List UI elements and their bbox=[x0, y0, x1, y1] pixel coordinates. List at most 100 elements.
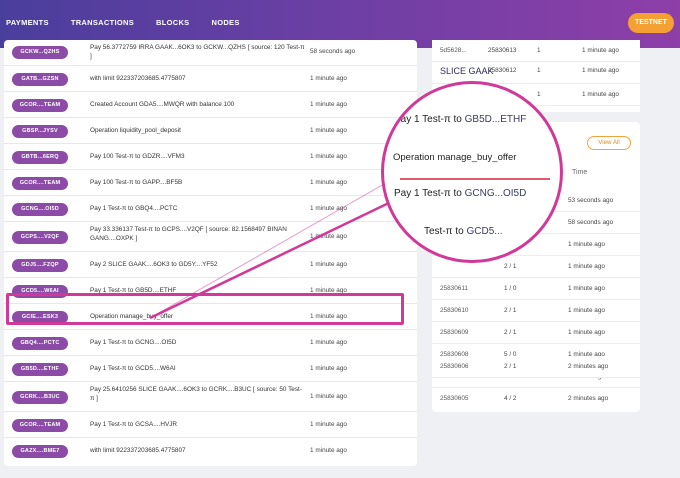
ledger-time: 2 minutes ago bbox=[568, 395, 609, 402]
ledger-ops: 1 / 0 bbox=[504, 285, 517, 292]
account-badge[interactable]: GCRK....B3UC bbox=[12, 391, 68, 404]
operation-time: 1 minute ago bbox=[310, 233, 347, 240]
transaction-hash[interactable]: 5d5628... bbox=[440, 47, 467, 54]
operation-time: 1 minute ago bbox=[310, 101, 347, 108]
nav-transactions[interactable]: TRANSACTIONS bbox=[71, 18, 134, 27]
operation-time: 1 minute ago bbox=[310, 127, 347, 134]
operation-description: Created Account GDA5....MWQR with balanc… bbox=[90, 101, 235, 108]
main-nav: PAYMENTS TRANSACTIONS BLOCKS NODES bbox=[6, 18, 262, 27]
ledger-number[interactable]: 25830611 bbox=[440, 285, 468, 292]
slice-asset-text: SLICE GAAK bbox=[440, 66, 494, 76]
operation-row: GB5D....ETHF Pay 1 Test-π to GCD5....W6A… bbox=[4, 356, 417, 382]
operation-row: GDJ5....FZQP Pay 2 SLICE GAAK....6OK3 to… bbox=[4, 252, 417, 278]
ledger-row: 25830606 2 / 1 2 minutes ago bbox=[432, 356, 640, 378]
nav-nodes[interactable]: NODES bbox=[211, 18, 239, 27]
operation-description: Pay 1 Test-π to GCNG....OI5D bbox=[90, 339, 177, 346]
magnified-link[interactable]: GCD5... bbox=[466, 226, 502, 237]
view-all-button[interactable]: View All bbox=[587, 136, 631, 150]
nav-blocks[interactable]: BLOCKS bbox=[156, 18, 189, 27]
divider bbox=[400, 178, 550, 180]
transaction-time: 1 minute ago bbox=[582, 47, 619, 54]
operation-description: Pay 33.336137 Test-π to GCPS....V2QF [ s… bbox=[90, 226, 287, 242]
operation-description: Pay 100 Test-π to GAPP....BF5B bbox=[90, 179, 183, 186]
ledger-time: 53 seconds ago bbox=[568, 197, 614, 204]
transaction-time: 1 minute ago bbox=[582, 67, 619, 74]
ledger-ops: 2 / 1 bbox=[504, 329, 517, 336]
magnified-text: Test-π to bbox=[424, 226, 464, 237]
ledger-time: 1 minute ago bbox=[568, 329, 605, 336]
operation-time: 1 minute ago bbox=[310, 447, 347, 454]
ledger-number[interactable]: 25830606 bbox=[440, 363, 468, 370]
transaction-ledger[interactable]: 25830613 bbox=[488, 47, 516, 54]
ledger-ops: 2 / 1 bbox=[504, 363, 517, 370]
ledger-number[interactable]: 25830609 bbox=[440, 329, 468, 336]
nav-payments[interactable]: PAYMENTS bbox=[6, 18, 49, 27]
account-badge[interactable]: GAZX....BME7 bbox=[12, 445, 68, 458]
ledger-time: 1 minute ago bbox=[568, 241, 605, 248]
network-switch-button[interactable]: TESTNET bbox=[628, 13, 674, 33]
ledger-time: 1 minute ago bbox=[568, 263, 605, 270]
operations-list: GCKW...QZHS Pay 56.3772759 IRRA GAAK...6… bbox=[4, 40, 417, 466]
ledger-ops: 2 / 1 bbox=[504, 263, 517, 270]
transaction-row: 5d5628... 25830613 1 1 minute ago bbox=[432, 40, 640, 62]
magnified-row-4: Test-π to GCD5... bbox=[424, 226, 503, 237]
ledger-row: 25830611 1 / 0 1 minute ago bbox=[432, 278, 640, 300]
account-badge[interactable]: GBTB...6ERQ bbox=[12, 151, 68, 164]
account-badge[interactable]: GCOR....TEAM bbox=[12, 177, 68, 190]
operation-row: GCOR....TEAM Pay 100 Test-π to GAPP....B… bbox=[4, 170, 417, 196]
magnified-row-1: Pay 1 Test-π to GB5D...ETHF bbox=[394, 114, 526, 125]
account-badge[interactable]: GATB...GZSN bbox=[12, 73, 68, 86]
operation-row: GBQ4....PCTC Pay 1 Test-π to GCNG....OI5… bbox=[4, 330, 417, 356]
operation-row: GBTB...6ERQ Pay 100 Test-π to GDZR....VF… bbox=[4, 144, 417, 170]
magnified-text: Pay 1 Test-π to bbox=[394, 114, 462, 125]
account-badge[interactable]: GBQ4....PCTC bbox=[12, 337, 68, 350]
operation-time: 1 minute ago bbox=[310, 75, 347, 82]
operation-description: Pay 1 Test-π to GCSA....HVJR bbox=[90, 421, 178, 428]
operation-description: Pay 1 Test-π to GBQ4....PCTC bbox=[90, 205, 178, 212]
operation-description: Pay 100 Test-π to GDZR....VFM3 bbox=[90, 153, 185, 160]
highlight-box bbox=[6, 293, 404, 325]
operation-description: Pay 2 SLICE GAAK....6OK3 to GD5Y....YF52 bbox=[90, 261, 218, 268]
transaction-ops: 1 bbox=[537, 91, 541, 98]
operation-description: Pay 25.6410256 SLICE GAAK....6OK3 to GCR… bbox=[90, 386, 302, 402]
operation-time: 1 minute ago bbox=[310, 421, 347, 428]
operation-time: 1 minute ago bbox=[310, 179, 347, 186]
magnified-row-2: Operation manage_buy_offer bbox=[393, 152, 517, 163]
operation-description: with limit 922337203685.4775807 bbox=[90, 447, 186, 454]
ledger-time: 58 seconds ago bbox=[568, 219, 614, 226]
operation-time: 1 minute ago bbox=[310, 393, 347, 400]
operation-time: 1 minute ago bbox=[310, 261, 347, 268]
transaction-ledger[interactable]: 25830612 bbox=[488, 67, 516, 74]
operation-description: Pay 1 Test-π to GCD5....W6AI bbox=[90, 365, 176, 372]
operation-description: Pay 56.3772759 IRRA GAAK...6OK3 to GCKW.… bbox=[90, 44, 305, 60]
operation-row: GCPS....V2QF Pay 33.336137 Test-π to GCP… bbox=[4, 222, 417, 252]
ledger-number[interactable]: 25830610 bbox=[440, 307, 468, 314]
transaction-time: 1 minute ago bbox=[582, 91, 619, 98]
account-badge[interactable]: GCKW...QZHS bbox=[12, 46, 68, 59]
account-badge[interactable]: GB5D....ETHF bbox=[12, 363, 68, 376]
operation-row: GATB...GZSN with limit 922337203685.4775… bbox=[4, 66, 417, 92]
account-badge[interactable]: GBSP...JYSV bbox=[12, 125, 68, 138]
account-badge[interactable]: GCOR....TEAM bbox=[12, 419, 68, 432]
operation-time: 1 minute ago bbox=[310, 339, 347, 346]
account-badge[interactable]: GCNG....OI5D bbox=[12, 203, 68, 216]
magnified-link[interactable]: GCNG...OI5D bbox=[465, 188, 527, 199]
ledger-row: 25830610 2 / 1 1 minute ago bbox=[432, 300, 640, 322]
operation-row: GCOR....TEAM Pay 1 Test-π to GCSA....HVJ… bbox=[4, 412, 417, 438]
magnified-link[interactable]: GB5D...ETHF bbox=[465, 114, 527, 125]
account-badge[interactable]: GDJ5....FZQP bbox=[12, 259, 68, 272]
ledger-number[interactable]: 25830605 bbox=[440, 395, 468, 402]
operation-description: with limit 922337203685.4775807 bbox=[90, 75, 186, 82]
transaction-ops: 1 bbox=[537, 67, 541, 74]
ledger-ops: 2 / 1 bbox=[504, 307, 517, 314]
ledger-time: 1 minute ago bbox=[568, 285, 605, 292]
operation-description: Operation liquidity_pool_deposit bbox=[90, 127, 181, 134]
operation-time: 58 seconds ago bbox=[310, 48, 356, 55]
magnifier-lens: Pay 1 Test-π to GB5D...ETHF Operation ma… bbox=[381, 81, 563, 263]
time-column-header: Time bbox=[572, 169, 588, 176]
account-badge[interactable]: GCPS....V2QF bbox=[12, 231, 68, 244]
operation-row: GCKW...QZHS Pay 56.3772759 IRRA GAAK...6… bbox=[4, 40, 417, 66]
ledger-row: 25830609 2 / 1 1 minute ago bbox=[432, 322, 640, 344]
account-badge[interactable]: GCOR....TEAM bbox=[12, 99, 68, 112]
operation-time: 1 minute ago bbox=[310, 365, 347, 372]
